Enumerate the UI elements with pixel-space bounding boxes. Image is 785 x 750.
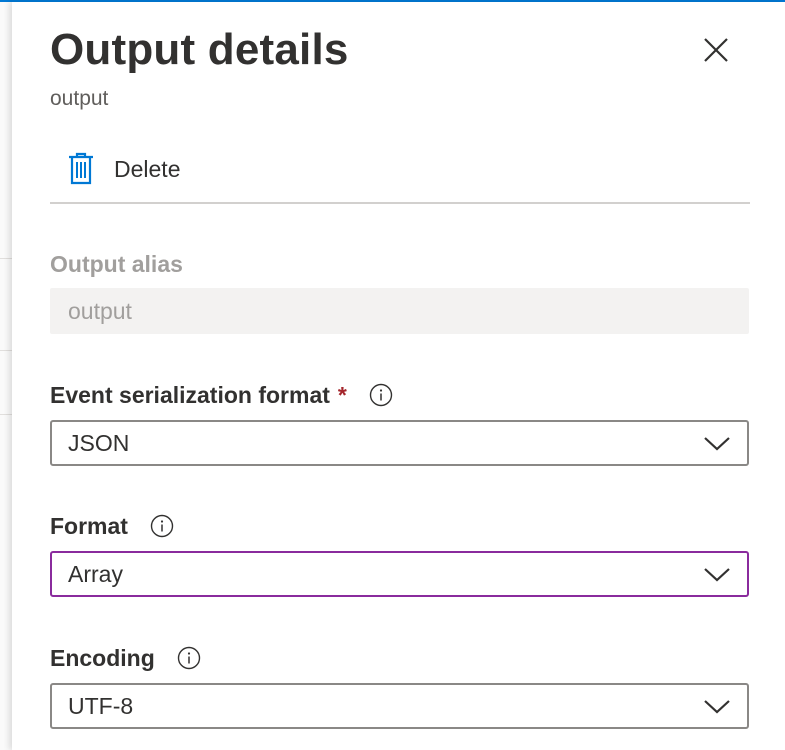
background-divider <box>0 350 12 351</box>
background-page-edge <box>0 2 12 750</box>
background-divider <box>0 258 12 259</box>
output-details-panel: Output details output Delete Output alia… <box>12 2 785 750</box>
info-icon[interactable] <box>369 383 393 407</box>
event-serialization-format-value: JSON <box>68 430 130 456</box>
format-label: Format <box>50 511 174 541</box>
output-alias-input: output <box>50 288 749 334</box>
background-divider <box>0 414 12 415</box>
close-icon <box>704 38 728 62</box>
format-dropdown[interactable]: Array <box>50 551 749 597</box>
event-serialization-format-label: Event serialization format * <box>50 380 393 410</box>
output-alias-label: Output alias <box>50 249 183 279</box>
required-indicator: * <box>337 382 347 408</box>
format-label-text: Format <box>50 513 128 539</box>
encoding-label-text: Encoding <box>50 645 155 671</box>
encoding-label: Encoding <box>50 643 201 673</box>
chevron-down-icon <box>704 437 730 451</box>
chevron-down-icon <box>704 568 730 582</box>
panel-subtitle: output <box>50 87 109 110</box>
trash-icon <box>69 152 93 185</box>
screen: Output details output Delete Output alia… <box>0 0 785 750</box>
delete-label: Delete <box>114 155 181 182</box>
format-value: Array <box>68 561 123 587</box>
panel-title: Output details <box>50 25 349 74</box>
command-bar: Delete <box>50 142 750 204</box>
event-serialization-format-label-text: Event serialization format <box>50 382 330 408</box>
chevron-down-icon <box>704 700 730 714</box>
info-icon[interactable] <box>177 646 201 670</box>
encoding-value: UTF-8 <box>68 693 134 719</box>
close-button[interactable] <box>698 32 734 68</box>
info-icon[interactable] <box>150 514 174 538</box>
delete-button[interactable]: Delete <box>66 149 180 189</box>
encoding-dropdown[interactable]: UTF-8 <box>50 683 749 729</box>
event-serialization-format-dropdown[interactable]: JSON <box>50 420 749 466</box>
output-alias-label-text: Output alias <box>50 251 183 277</box>
